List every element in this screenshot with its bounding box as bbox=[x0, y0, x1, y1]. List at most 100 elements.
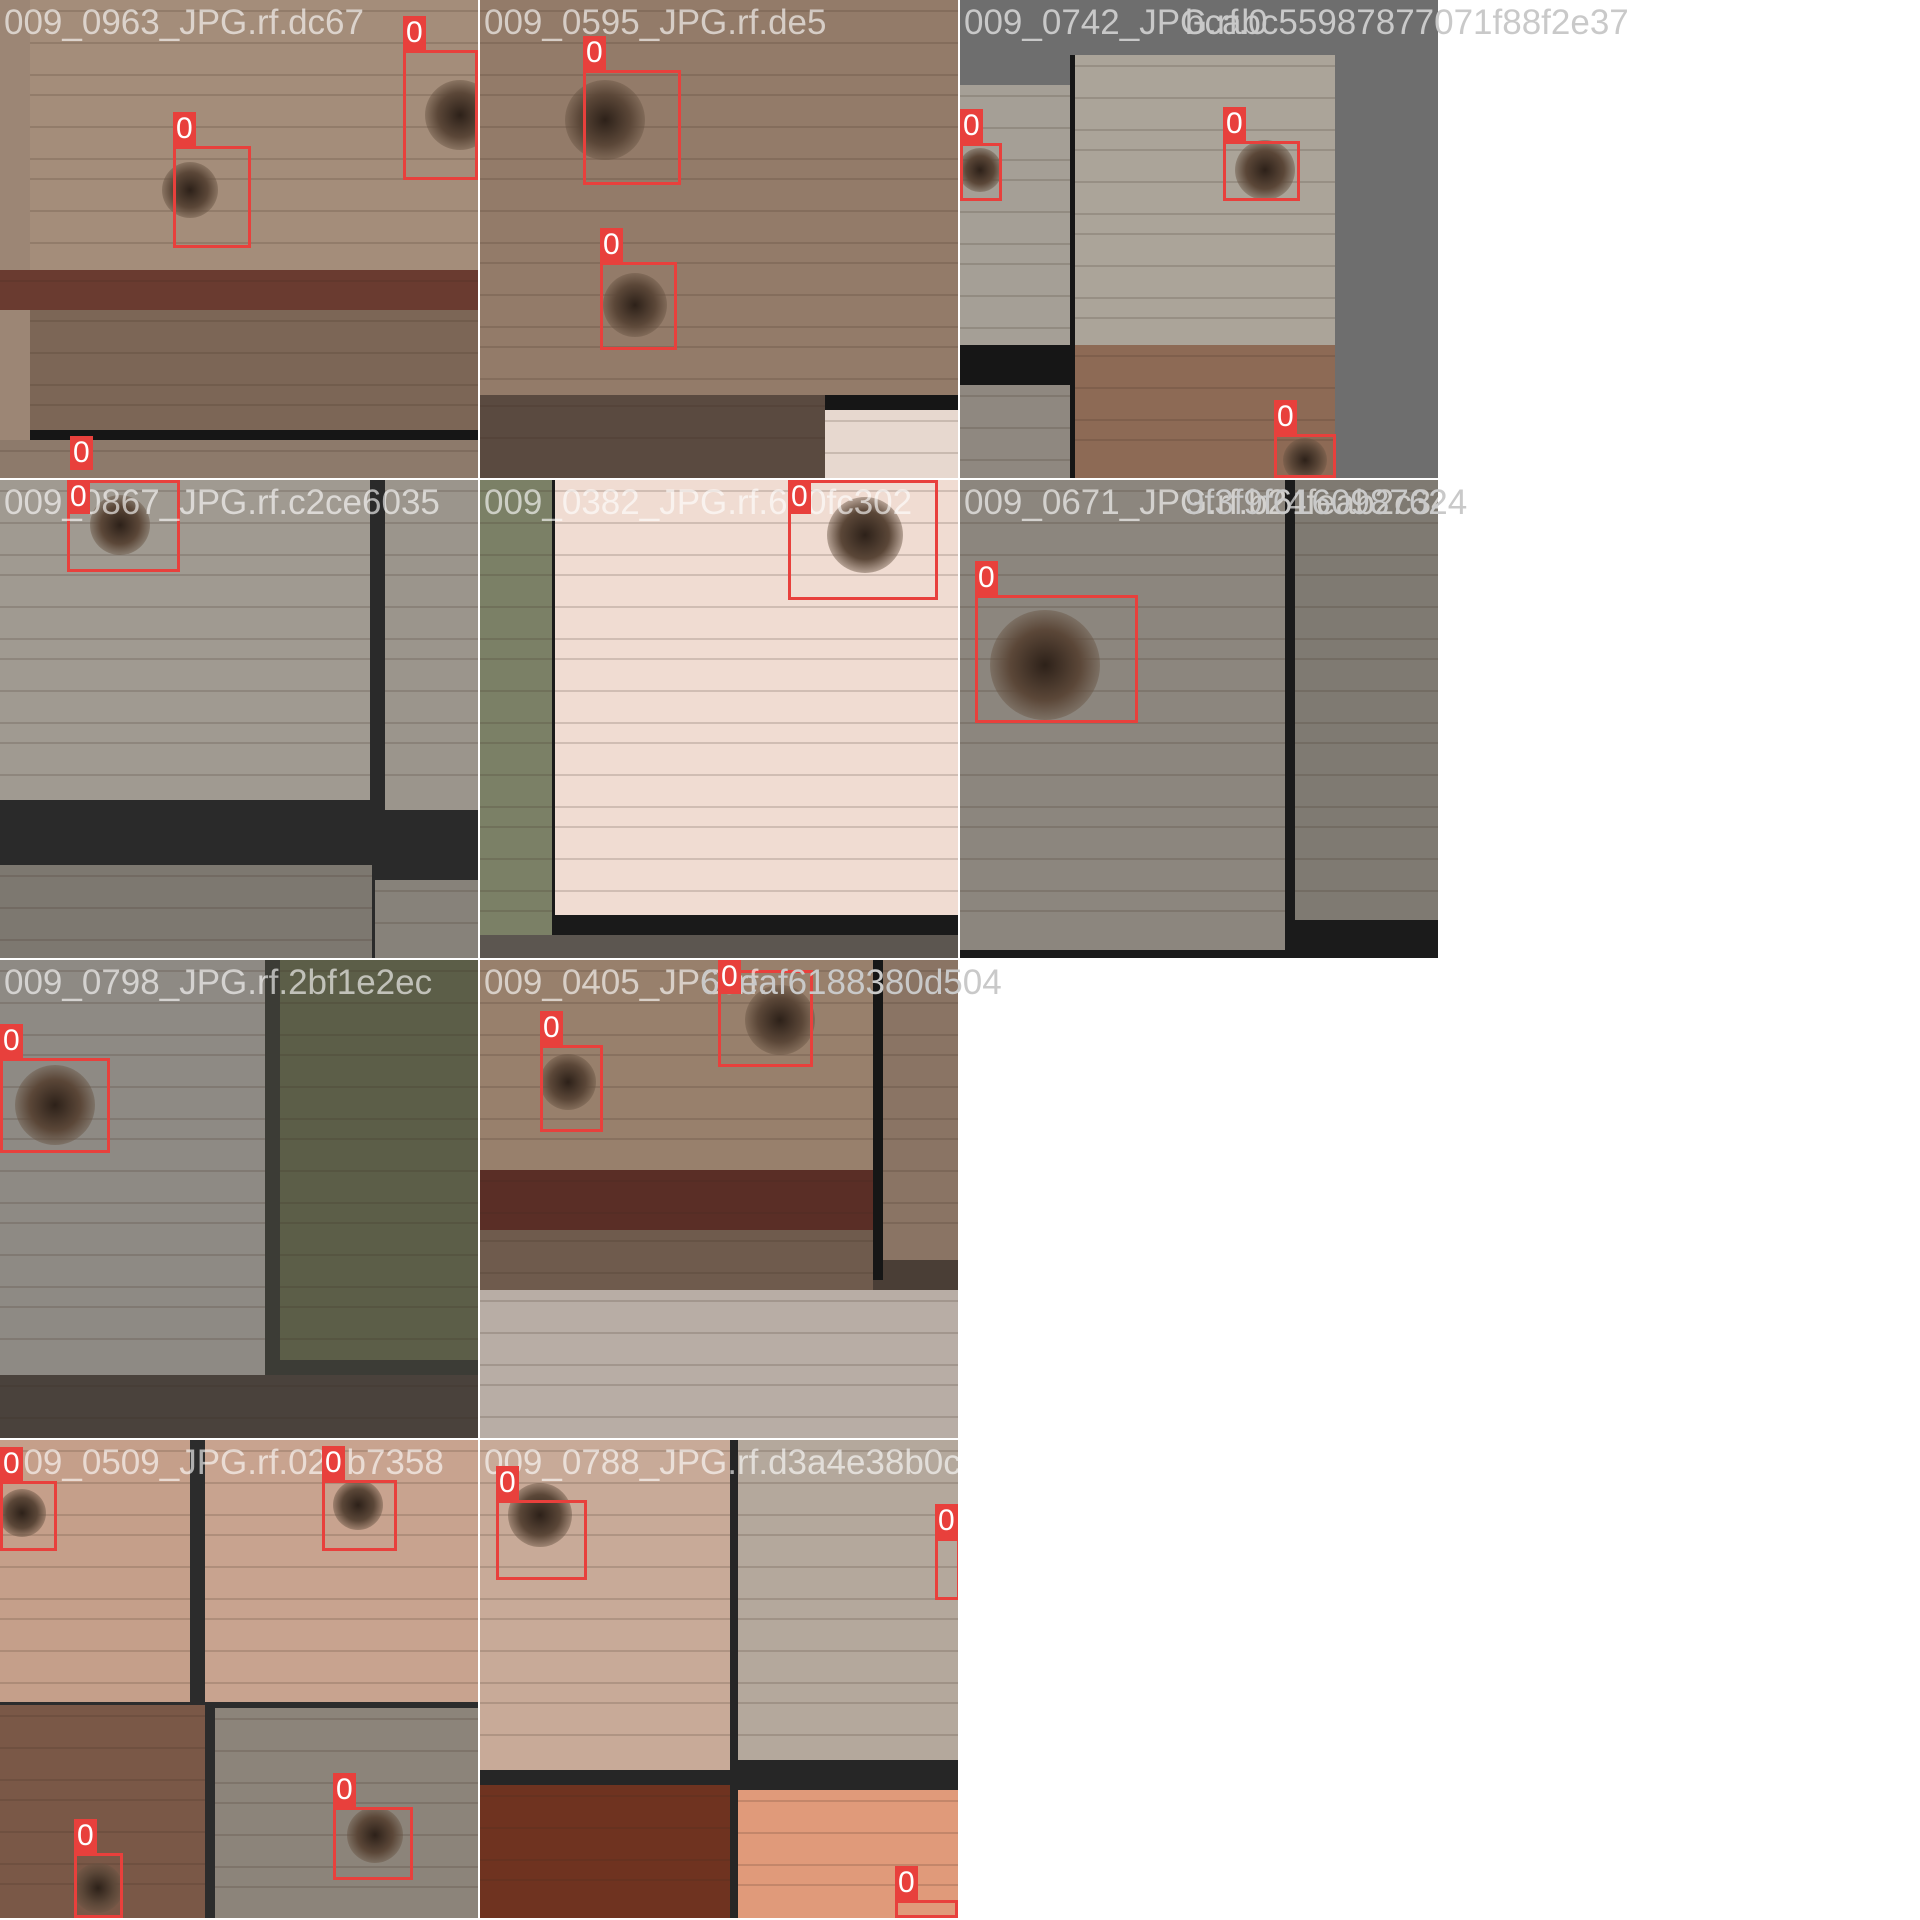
wood-grain-line bbox=[480, 1416, 958, 1418]
wood-grain-line bbox=[0, 875, 372, 877]
wood-grain-line bbox=[480, 1859, 730, 1861]
wood-grain-line bbox=[1295, 890, 1438, 892]
detection-class-label: 0 bbox=[718, 960, 741, 994]
wood-grain-line bbox=[480, 126, 958, 128]
detection-box bbox=[496, 1500, 587, 1580]
wood-grain-line bbox=[0, 1682, 190, 1684]
wood-grain-line bbox=[480, 210, 958, 212]
caption-overflow-text: 9f3f9f6160987624 bbox=[1185, 483, 1468, 522]
wood-grain-line bbox=[480, 326, 958, 328]
wood-grain-line bbox=[30, 352, 478, 354]
wood-grain-line bbox=[0, 1831, 205, 1833]
wood-grain-line bbox=[480, 890, 552, 892]
wood-grain-line bbox=[215, 1886, 478, 1888]
dark-gap bbox=[1070, 55, 1075, 478]
wood-grain-line bbox=[480, 522, 552, 524]
wood-grain-line bbox=[555, 658, 958, 660]
wood-grain-line bbox=[960, 522, 1285, 524]
wood-grain-line bbox=[738, 1702, 958, 1704]
wood-grain-line bbox=[960, 858, 1285, 860]
wood-plank bbox=[0, 865, 372, 958]
wood-grain-line bbox=[1295, 606, 1438, 608]
detection-class-label: 0 bbox=[0, 1024, 23, 1058]
wood-grain-line bbox=[30, 320, 478, 322]
wood-plank bbox=[375, 880, 478, 958]
detection-class-label: 0 bbox=[975, 561, 998, 595]
wood-grain-line bbox=[960, 890, 1285, 892]
wood-grain-line bbox=[0, 1286, 265, 1288]
detection-class-label: 0 bbox=[496, 1466, 519, 1500]
wood-grain-line bbox=[960, 295, 1070, 297]
wood-grain-line bbox=[280, 1138, 478, 1140]
wood-grain-line bbox=[0, 774, 370, 776]
wood-grain-line bbox=[480, 1138, 873, 1140]
mosaic-tile: 0 0 009_0405_JPG.rf. bbox=[480, 960, 958, 1438]
wood-grain-line bbox=[960, 95, 1070, 97]
wood-grain-line bbox=[280, 1222, 478, 1224]
wood-plank bbox=[480, 395, 825, 478]
wood-grain-line bbox=[480, 1364, 958, 1366]
wood-grain-line bbox=[480, 606, 552, 608]
wood-grain-line bbox=[480, 1879, 730, 1881]
wood-grain-line bbox=[205, 1598, 478, 1600]
wood-grain-line bbox=[480, 1384, 958, 1386]
wood-grain-line bbox=[0, 1598, 190, 1600]
wood-grain-line bbox=[480, 1118, 873, 1120]
wood-grain-line bbox=[555, 858, 958, 860]
caption-overflow-text: bcabc55987877071f88f2e37 bbox=[1185, 3, 1629, 42]
detection-box bbox=[583, 70, 681, 185]
wood-grain-line bbox=[1075, 97, 1335, 99]
detection-class-label: 0 bbox=[788, 480, 811, 514]
wood-grain-line bbox=[480, 574, 552, 576]
wood-grain-line bbox=[960, 574, 1285, 576]
wood-grain-line bbox=[30, 210, 478, 212]
wood-grain-line bbox=[1295, 858, 1438, 860]
wood-grain-line bbox=[738, 1598, 958, 1600]
wood-grain-line bbox=[0, 554, 370, 556]
wood-grain-line bbox=[1295, 774, 1438, 776]
wood-plank bbox=[280, 960, 478, 1360]
wood-grain-line bbox=[30, 242, 478, 244]
wood-grain-line bbox=[883, 1086, 958, 1088]
wood-grain-line bbox=[480, 742, 552, 744]
wood-grain-line bbox=[960, 742, 1285, 744]
wood-grain-line bbox=[480, 858, 552, 860]
wood-grain-line bbox=[1075, 317, 1335, 319]
wood-grain-line bbox=[883, 1138, 958, 1140]
wood-grain-line bbox=[0, 1618, 190, 1620]
wood-grain-line bbox=[385, 638, 478, 640]
mosaic-tile: 0 0 0 009_0742_JPG.rf.0 bbox=[960, 0, 1438, 478]
wood-grain-line bbox=[280, 1054, 478, 1056]
detection-class-label: 0 bbox=[583, 36, 606, 70]
wood-grain-line bbox=[555, 826, 958, 828]
wood-grain-line bbox=[1295, 658, 1438, 660]
wood-grain-line bbox=[480, 1034, 873, 1036]
dark-gap bbox=[960, 345, 1070, 385]
detection-class-label: 0 bbox=[333, 1773, 356, 1807]
mosaic-tile: 0 009_0798_JPG.rf.2bf1e2ec bbox=[0, 960, 478, 1438]
wood-grain-line bbox=[0, 522, 370, 524]
wood-grain-line bbox=[738, 1514, 958, 1516]
detection-class-label: 0 bbox=[70, 436, 93, 470]
wood-grain-line bbox=[883, 1170, 958, 1172]
detection-box bbox=[960, 143, 1002, 201]
dark-gap bbox=[873, 960, 883, 1280]
wood-plank bbox=[480, 480, 552, 958]
wood-grain-line bbox=[555, 742, 958, 744]
wood-grain-line bbox=[280, 1086, 478, 1088]
wood-grain-line bbox=[480, 346, 958, 348]
wood-grain-line bbox=[0, 606, 370, 608]
wood-grain-line bbox=[205, 1650, 478, 1652]
detection-box bbox=[403, 50, 478, 180]
mosaic-tile: 0 0 009_0595_JPG.rf.de5 bbox=[480, 0, 958, 478]
wood-grain-line bbox=[1075, 297, 1335, 299]
wood-grain-line bbox=[960, 554, 1285, 556]
wood-grain-line bbox=[0, 939, 372, 941]
wood-grain-line bbox=[480, 1212, 873, 1214]
wood-grain-line bbox=[280, 1254, 478, 1256]
wood-plank bbox=[480, 1785, 730, 1918]
wood-grain-line bbox=[960, 395, 1070, 397]
detection-class-label: 0 bbox=[74, 1819, 97, 1853]
wood-grain-line bbox=[480, 774, 552, 776]
wood-grain-line bbox=[280, 1338, 478, 1340]
